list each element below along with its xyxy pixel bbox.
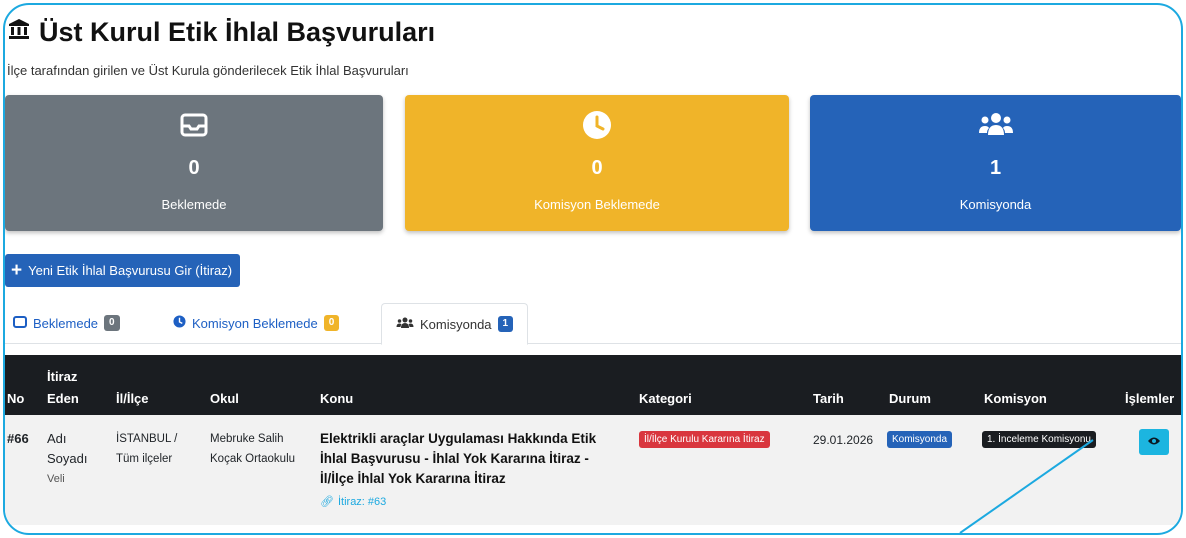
tab-count-badge: 0 (323, 315, 340, 331)
header-il-ilce: İl/İlçe (116, 391, 149, 406)
commission-badge: 1. İnceleme Komisyonu (982, 431, 1096, 448)
table-header: No İtiraz Eden İl/İlçe Okul Konu Kategor… (5, 355, 1181, 415)
header-itiraz-eden-line2: Eden (47, 391, 79, 406)
bank-icon (7, 17, 31, 48)
new-application-button[interactable]: + Yeni Etik İhlal Başvurusu Gir (İtiraz) (5, 254, 241, 287)
row-tarih: 29.01.2026 (813, 433, 874, 447)
row-konu-line2: İhlal Başvurusu - İhlal Yok Kararına İti… (320, 451, 589, 466)
header-okul: Okul (210, 391, 239, 406)
plus-icon: + (11, 260, 23, 281)
stat-card-komisyon-beklemede[interactable]: 0 Komisyon Beklemede (405, 95, 789, 231)
row-no: #66 (7, 431, 29, 446)
tab-label: Komisyonda (420, 316, 492, 332)
stat-card-beklemede[interactable]: 0 Beklemede (5, 95, 383, 231)
row-ilce: Tüm ilçeler (116, 453, 173, 465)
row-eden-role: Veli (47, 473, 65, 485)
header-islemler: İşlemler (1125, 391, 1175, 406)
header-komisyon: Komisyon (984, 391, 1047, 406)
clock-icon (173, 315, 186, 331)
stat-value: 0 (188, 157, 200, 179)
header-itiraz-eden-line1: İtiraz (47, 369, 78, 384)
row-okul-line1: Mebruke Salih (210, 433, 284, 445)
users-icon (396, 317, 414, 332)
tab-beklemede[interactable]: Beklemede 0 (13, 303, 120, 343)
tab-label: Komisyon Beklemede (192, 315, 318, 331)
row-itiraz-link[interactable]: 🔗︎ İtiraz: #63 (320, 495, 387, 509)
tab-label: Beklemede (33, 315, 99, 331)
page-title-text: Üst Kurul Etik İhlal Başvuruları (39, 17, 436, 47)
row-okul-line2: Koçak Ortaokulu (210, 453, 296, 465)
table-row: #66 Adı Soyadı Veli İSTANBUL / Tüm ilçel… (5, 415, 1181, 525)
status-badge: Komisyonda (887, 431, 953, 448)
screenshot-frame: Üst Kurul Etik İhlal Başvuruları İlçe ta… (3, 3, 1183, 535)
stat-label: Beklemede (161, 197, 227, 212)
stat-label: Komisyon Beklemede (534, 197, 660, 212)
header-kategori: Kategori (639, 391, 692, 406)
header-no: No (7, 391, 25, 406)
row-eden-surname: Soyadı (47, 451, 88, 466)
page-content: Üst Kurul Etik İhlal Başvuruları İlçe ta… (5, 5, 1181, 533)
stat-label: Komisyonda (959, 197, 1032, 212)
tabs-bar: Beklemede 0 Komisyon Beklemede 0 Komisyo… (5, 303, 1181, 345)
stat-card-komisyonda[interactable]: 1 Komisyonda (810, 95, 1181, 231)
link-icon: 🔗︎ (320, 496, 334, 508)
tab-count-badge: 1 (497, 316, 514, 332)
view-button[interactable] (1139, 429, 1169, 455)
page-subtitle: İlçe tarafından girilen ve Üst Kurula gö… (7, 63, 409, 78)
category-badge: İl/İlçe Kurulu Kararına İtiraz (639, 431, 770, 448)
header-tarih: Tarih (813, 391, 844, 406)
tab-komisyonda[interactable]: Komisyonda 1 (381, 303, 529, 345)
row-il: İSTANBUL / (116, 433, 178, 445)
row-eden-name: Adı (47, 431, 67, 446)
inbox-icon (5, 109, 383, 141)
header-durum: Durum (889, 391, 931, 406)
page-title: Üst Kurul Etik İhlal Başvuruları (7, 17, 435, 48)
stat-value: 0 (591, 157, 603, 179)
stat-value: 1 (989, 157, 1002, 179)
new-application-label: Yeni Etik İhlal Başvurusu Gir (İtiraz) (28, 263, 233, 278)
header-konu: Konu (320, 391, 354, 406)
clock-icon (405, 109, 789, 141)
row-konu-line3: İl/İlçe İhlal Yok Kararına İtiraz (320, 471, 506, 486)
tab-komisyon-beklemede[interactable]: Komisyon Beklemede 0 (173, 303, 340, 343)
eye-icon (1147, 433, 1161, 451)
row-itiraz-link-text: İtiraz: #63 (337, 495, 387, 508)
users-icon (810, 109, 1181, 141)
tab-count-badge: 0 (104, 315, 120, 331)
inbox-icon (13, 315, 27, 331)
row-konu-line1: Elektrikli araçlar Uygulaması Hakkında E… (320, 431, 597, 446)
